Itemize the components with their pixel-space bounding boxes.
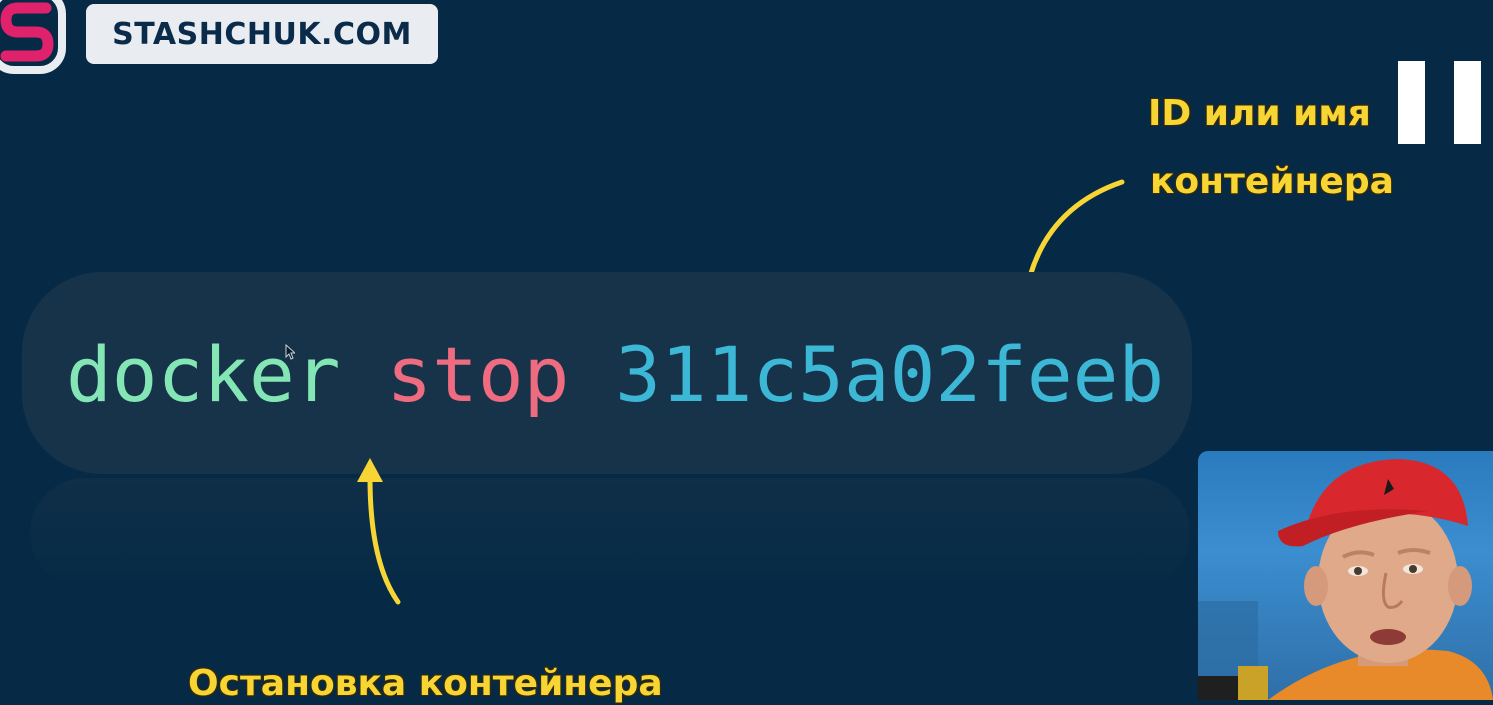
logo-s-icon: [0, 0, 66, 74]
brand-badge[interactable]: STASHCHUK.COM: [86, 4, 438, 64]
command-reflection: [30, 478, 1190, 588]
brand-name: STASHCHUK.COM: [112, 16, 412, 52]
presenter-image: [1198, 459, 1493, 700]
pause-bar-right: [1454, 61, 1481, 144]
subcommand-token: stop: [386, 330, 570, 419]
command-token: docker: [66, 330, 341, 419]
mouse-cursor-icon: [285, 344, 295, 360]
pause-bar-left: [1398, 61, 1425, 144]
annotation-id-line2: контейнера: [1150, 161, 1394, 202]
annotation-stop: Остановка контейнера: [188, 663, 663, 704]
presenter-webcam: [1198, 451, 1493, 700]
arrow-to-stop-icon: [357, 458, 401, 605]
container-id-token: 311c5a02feeb: [615, 330, 1165, 419]
annotation-id-line1: ID или имя: [1148, 93, 1371, 134]
command-line: docker stop 311c5a02feeb: [66, 330, 1164, 420]
